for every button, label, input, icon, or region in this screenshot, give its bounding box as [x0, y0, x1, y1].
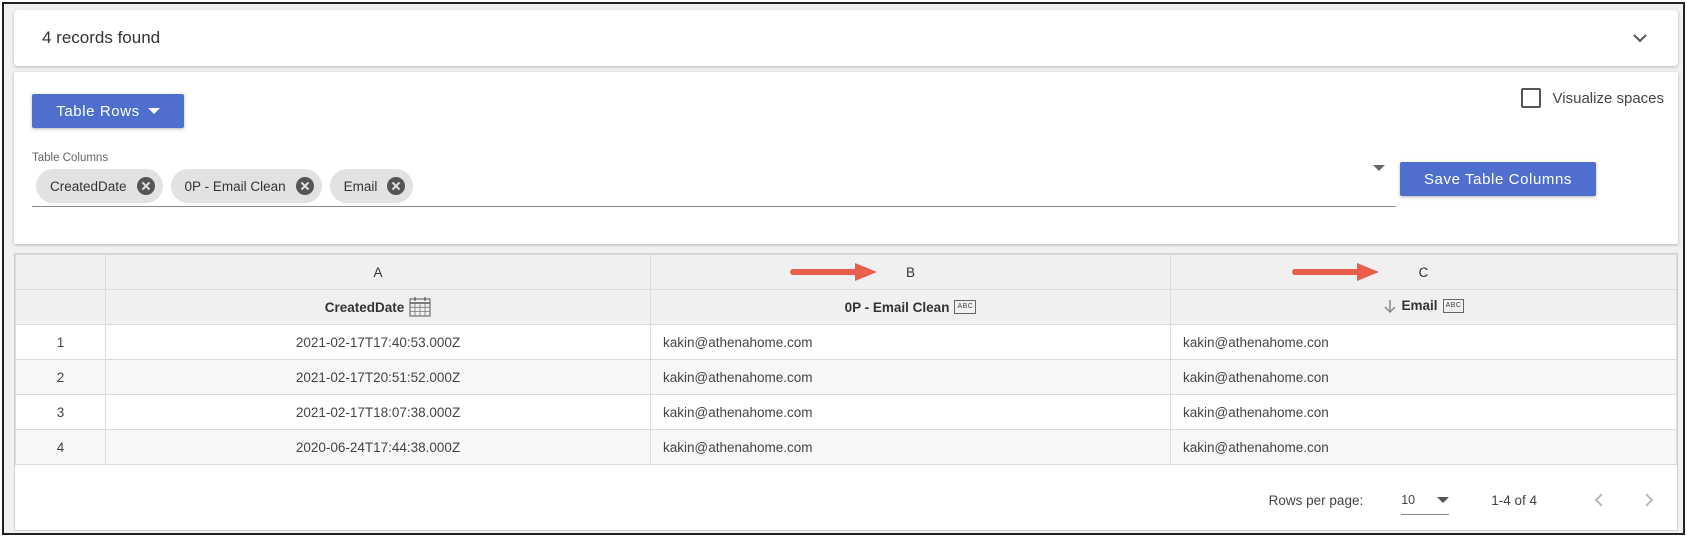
cell-email-clean: kakin@athenahome.com [650, 429, 1171, 465]
column-letter-b-cell: B [650, 254, 1171, 290]
cell-email-clean: kakin@athenahome.com [650, 359, 1171, 395]
text-type-icon: ABC [954, 300, 977, 314]
column-letter-b: B [905, 264, 915, 280]
save-table-columns-button[interactable]: Save Table Columns [1400, 162, 1596, 196]
data-table: A B C CreatedDate 0P - Email Clean ABC E… [15, 254, 1677, 465]
row-index: 1 [15, 324, 106, 360]
text-type-icon: ABC [1442, 298, 1465, 313]
cell-email: kakin@athenahome.con [1170, 359, 1677, 395]
columns-dropdown-caret-icon[interactable] [1373, 165, 1385, 171]
table-columns-label: Table Columns [32, 152, 109, 164]
column-chip-email: Email [329, 169, 414, 203]
corner-cell [15, 254, 106, 290]
table-row: 3 2021-02-17T18:07:38.000Z kakin@athenah… [15, 394, 1677, 430]
rows-per-page-select[interactable]: 10 [1401, 485, 1450, 515]
window-frame: 4 records found Table Rows Visualize spa… [2, 2, 1685, 535]
header-label: CreatedDate [324, 299, 405, 315]
row-index: 4 [15, 429, 106, 465]
column-chip-email-clean: 0P - Email Clean [170, 169, 322, 203]
cell-email: kakin@athenahome.con [1170, 324, 1677, 360]
remove-chip-icon[interactable] [136, 177, 155, 195]
column-letter-c-cell: C [1170, 254, 1677, 290]
column-letter-c: C [1418, 264, 1429, 280]
calendar-icon [409, 297, 431, 317]
cell-createddate: 2020-06-24T17:44:38.000Z [105, 429, 651, 465]
header-email-clean[interactable]: 0P - Email Clean ABC [650, 289, 1171, 325]
chip-label: CreatedDate [50, 178, 127, 194]
table-rows-label: Table Rows [56, 102, 140, 120]
page-range: 1-4 of 4 [1491, 492, 1537, 508]
records-summary-bar[interactable]: 4 records found [14, 10, 1678, 66]
row-index: 3 [15, 394, 106, 430]
chevron-down-icon[interactable] [1630, 28, 1650, 48]
rows-per-page-value: 10 [1401, 492, 1416, 507]
cell-createddate: 2021-02-17T17:40:53.000Z [105, 324, 651, 360]
chip-label: Email [343, 178, 378, 194]
table-columns-select[interactable]: CreatedDate 0P - Email Clean Email [32, 169, 1396, 207]
cell-createddate: 2021-02-17T20:51:52.000Z [105, 359, 651, 395]
caret-down-icon [1437, 496, 1450, 503]
row-index: 2 [15, 359, 106, 395]
column-header-row: CreatedDate 0P - Email Clean ABC Email A… [15, 289, 1677, 325]
data-table-card: A B C CreatedDate 0P - Email Clean ABC E… [14, 253, 1678, 531]
cell-createddate: 2021-02-17T18:07:38.000Z [105, 394, 651, 430]
index-header [15, 289, 106, 325]
remove-chip-icon[interactable] [387, 177, 406, 195]
annotation-arrow-icon [1292, 263, 1379, 281]
cell-email-clean: kakin@athenahome.com [650, 394, 1171, 430]
table-row: 1 2021-02-17T17:40:53.000Z kakin@athenah… [15, 324, 1677, 360]
rows-per-page-label: Rows per page: [1268, 492, 1364, 508]
table-row: 2 2021-02-17T20:51:52.000Z kakin@athenah… [15, 359, 1677, 395]
header-createddate[interactable]: CreatedDate [105, 289, 651, 325]
header-email[interactable]: Email ABC [1170, 289, 1677, 325]
pagination-bar: Rows per page: 10 1-4 of 4 [15, 480, 1677, 520]
column-chip-createddate: CreatedDate [36, 169, 163, 203]
chip-label: 0P - Email Clean [184, 178, 286, 194]
cell-email: kakin@athenahome.con [1170, 394, 1677, 430]
cell-email-clean: kakin@athenahome.com [650, 324, 1171, 360]
chevron-left-icon[interactable] [1589, 490, 1609, 510]
sort-down-arrow-icon[interactable] [1383, 298, 1397, 314]
records-count-title: 4 records found [42, 28, 161, 47]
controls-panel: Table Rows Visualize spaces Table Column… [14, 72, 1678, 244]
header-label: Email [1401, 298, 1438, 313]
remove-chip-icon[interactable] [295, 177, 314, 195]
visualize-spaces-toggle[interactable]: Visualize spaces [1520, 88, 1664, 108]
visualize-spaces-checkbox[interactable] [1520, 88, 1541, 108]
chevron-right-icon[interactable] [1639, 490, 1659, 510]
cell-email: kakin@athenahome.con [1170, 429, 1677, 465]
column-letter-row: A B C [15, 254, 1677, 290]
annotation-arrow-icon [790, 263, 877, 281]
table-row: 4 2020-06-24T17:44:38.000Z kakin@athenah… [15, 429, 1677, 465]
caret-down-icon [147, 108, 160, 114]
header-label: 0P - Email Clean [844, 299, 950, 315]
save-table-columns-label: Save Table Columns [1423, 170, 1573, 188]
visualize-spaces-label: Visualize spaces [1552, 89, 1664, 107]
table-rows-button[interactable]: Table Rows [32, 94, 184, 128]
column-letter-a: A [105, 254, 651, 290]
